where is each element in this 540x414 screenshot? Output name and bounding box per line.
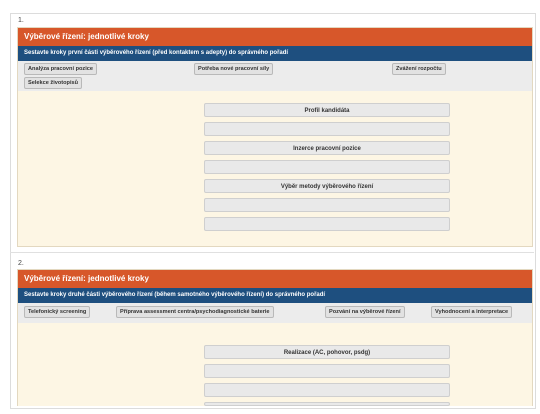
drop-slot[interactable] [204, 198, 450, 212]
drop-slot[interactable] [204, 160, 450, 174]
drop-slot[interactable]: Realizace (AC, pohovor, psdg) [204, 345, 450, 359]
draggable-chip[interactable]: Analýza pracovní pozice [24, 63, 97, 75]
exercise-1: Výběrové řízení: jednotlivé kroky Sestav… [17, 27, 533, 247]
exercise-title: Výběrové řízení: jednotlivé kroky [18, 28, 532, 46]
draggable-chip[interactable]: Telefonický screening [24, 306, 91, 318]
drop-slot[interactable] [204, 122, 450, 136]
drop-slot[interactable]: Inzerce pracovní pozice [204, 141, 450, 155]
answer-pool: Analýza pracovní pozice Potřeba nové pra… [18, 61, 532, 91]
draggable-chip[interactable]: Příprava assessment centra/psychodiagnos… [116, 306, 274, 318]
drop-slot[interactable] [204, 383, 450, 397]
draggable-chip[interactable]: Zvážení rozpočtu [392, 63, 446, 75]
draggable-chip[interactable]: Selekce životopisů [24, 77, 83, 89]
drop-slot[interactable] [204, 364, 450, 378]
drop-slot[interactable] [204, 217, 450, 231]
exercise-number: 1. [18, 17, 24, 24]
exercise-2: Výběrové řízení: jednotlivé kroky Sestav… [17, 269, 533, 406]
answer-pool: Telefonický screening Příprava assessmen… [18, 303, 532, 323]
exercise-title: Výběrové řízení: jednotlivé kroky [18, 270, 532, 288]
drop-slot[interactable]: Profil kandidáta [204, 103, 450, 117]
drop-slot[interactable]: Výběr metody výběrového řízení [204, 179, 450, 193]
draggable-chip[interactable]: Vyhodnocení a interpretace [431, 306, 513, 318]
draggable-chip[interactable]: Pozvání na výběrové řízení [325, 306, 405, 318]
exercise-instruction: Sestavte kroky první části výběrového ří… [18, 46, 532, 61]
draggable-chip[interactable]: Potřeba nové pracovní síly [194, 63, 274, 75]
drop-slot[interactable] [204, 402, 450, 406]
divider [10, 252, 534, 253]
exercise-instruction: Sestavte kroky druhé části výběrového ří… [18, 288, 532, 303]
exercise-number: 2. [18, 260, 24, 267]
